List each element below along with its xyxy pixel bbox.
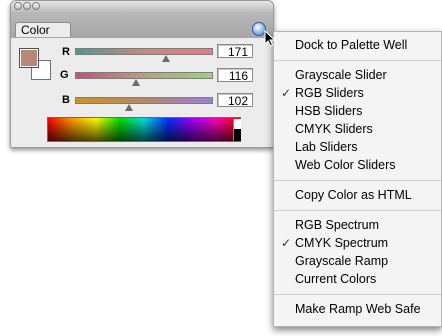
zoom-window-button[interactable] xyxy=(32,2,40,10)
palette-flyout-menu: Dock to Palette Well Grayscale Slider ✓ RGB… xyxy=(273,31,442,327)
menu-item-label: Grayscale Slider xyxy=(295,68,387,82)
menu-item-cmyk-spectrum[interactable]: ✓ CMYK Spectrum xyxy=(274,234,441,252)
menu-item-label: Current Colors xyxy=(295,272,377,286)
slider-g-track[interactable] xyxy=(75,72,213,79)
menu-separator xyxy=(274,210,441,211)
menu-item-label: Web Color Sliders xyxy=(295,158,396,172)
menu-item-label: CMYK Spectrum xyxy=(295,236,389,250)
channel-b-value-field[interactable]: 102 xyxy=(217,93,253,108)
menu-item-grayscale-slider[interactable]: Grayscale Slider xyxy=(274,66,441,84)
menu-item-label: CMYK Sliders xyxy=(295,122,373,136)
slider-g-thumb[interactable] xyxy=(132,79,141,86)
slider-b-thumb[interactable] xyxy=(125,104,134,111)
close-window-button[interactable] xyxy=(14,2,22,10)
tab-color-label: Color xyxy=(21,23,50,37)
white-swatch[interactable] xyxy=(233,119,241,129)
menu-item-label: Make Ramp Web Safe xyxy=(295,302,421,316)
menu-separator xyxy=(274,180,441,181)
menu-item-copy-color-as-html[interactable]: Copy Color as HTML xyxy=(274,186,441,204)
menu-item-make-ramp-web-safe[interactable]: Make Ramp Web Safe xyxy=(274,300,441,318)
menu-item-cmyk-sliders[interactable]: CMYK Sliders xyxy=(274,120,441,138)
spectrum-shading xyxy=(48,118,240,141)
menu-item-label: Lab Sliders xyxy=(295,140,358,154)
foreground-color-swatch[interactable] xyxy=(19,48,39,68)
menu-item-rgb-spectrum[interactable]: RGB Spectrum xyxy=(274,216,441,234)
channel-b-label: B xyxy=(62,94,70,106)
menu-item-grayscale-ramp[interactable]: Grayscale Ramp xyxy=(274,252,441,270)
slider-b-track[interactable] xyxy=(75,97,213,104)
slider-r-track[interactable] xyxy=(75,48,213,55)
menu-item-label: Dock to Palette Well xyxy=(295,38,408,52)
checkmark-icon: ✓ xyxy=(281,86,292,100)
menu-separator xyxy=(274,294,441,295)
tab-color[interactable]: Color xyxy=(15,22,71,37)
menu-item-lab-sliders[interactable]: Lab Sliders xyxy=(274,138,441,156)
slider-r-thumb[interactable] xyxy=(162,55,171,62)
menu-item-label: Grayscale Ramp xyxy=(295,254,389,268)
menu-item-label: HSB Sliders xyxy=(295,104,363,118)
black-swatch[interactable] xyxy=(233,129,241,141)
mouse-pointer-icon xyxy=(264,30,276,47)
menu-item-label: RGB Spectrum xyxy=(295,218,380,232)
menu-item-web-color-sliders[interactable]: Web Color Sliders xyxy=(274,156,441,174)
menu-separator xyxy=(274,60,441,61)
tab-row: Color xyxy=(11,12,273,38)
menu-item-label: RGB Sliders xyxy=(295,86,364,100)
checkmark-icon: ✓ xyxy=(281,236,292,250)
minimize-window-button[interactable] xyxy=(23,2,31,10)
menu-item-rgb-sliders[interactable]: ✓ RGB Sliders xyxy=(274,84,441,102)
title-bar[interactable] xyxy=(11,1,273,12)
channel-r-value-field[interactable]: 171 xyxy=(217,44,253,59)
channel-r-label: R xyxy=(62,46,70,58)
menu-item-label: Copy Color as HTML xyxy=(295,188,412,202)
color-palette-window: Color R 171 G 116 B 102 xyxy=(10,0,274,148)
menu-item-hsb-sliders[interactable]: HSB Sliders xyxy=(274,102,441,120)
menu-item-dock-to-palette-well[interactable]: Dock to Palette Well xyxy=(274,36,441,54)
channel-g-value-field[interactable]: 116 xyxy=(217,68,253,83)
channel-g-label: G xyxy=(60,69,69,81)
color-spectrum-bar[interactable] xyxy=(47,117,241,142)
menu-item-current-colors[interactable]: Current Colors xyxy=(274,270,441,288)
